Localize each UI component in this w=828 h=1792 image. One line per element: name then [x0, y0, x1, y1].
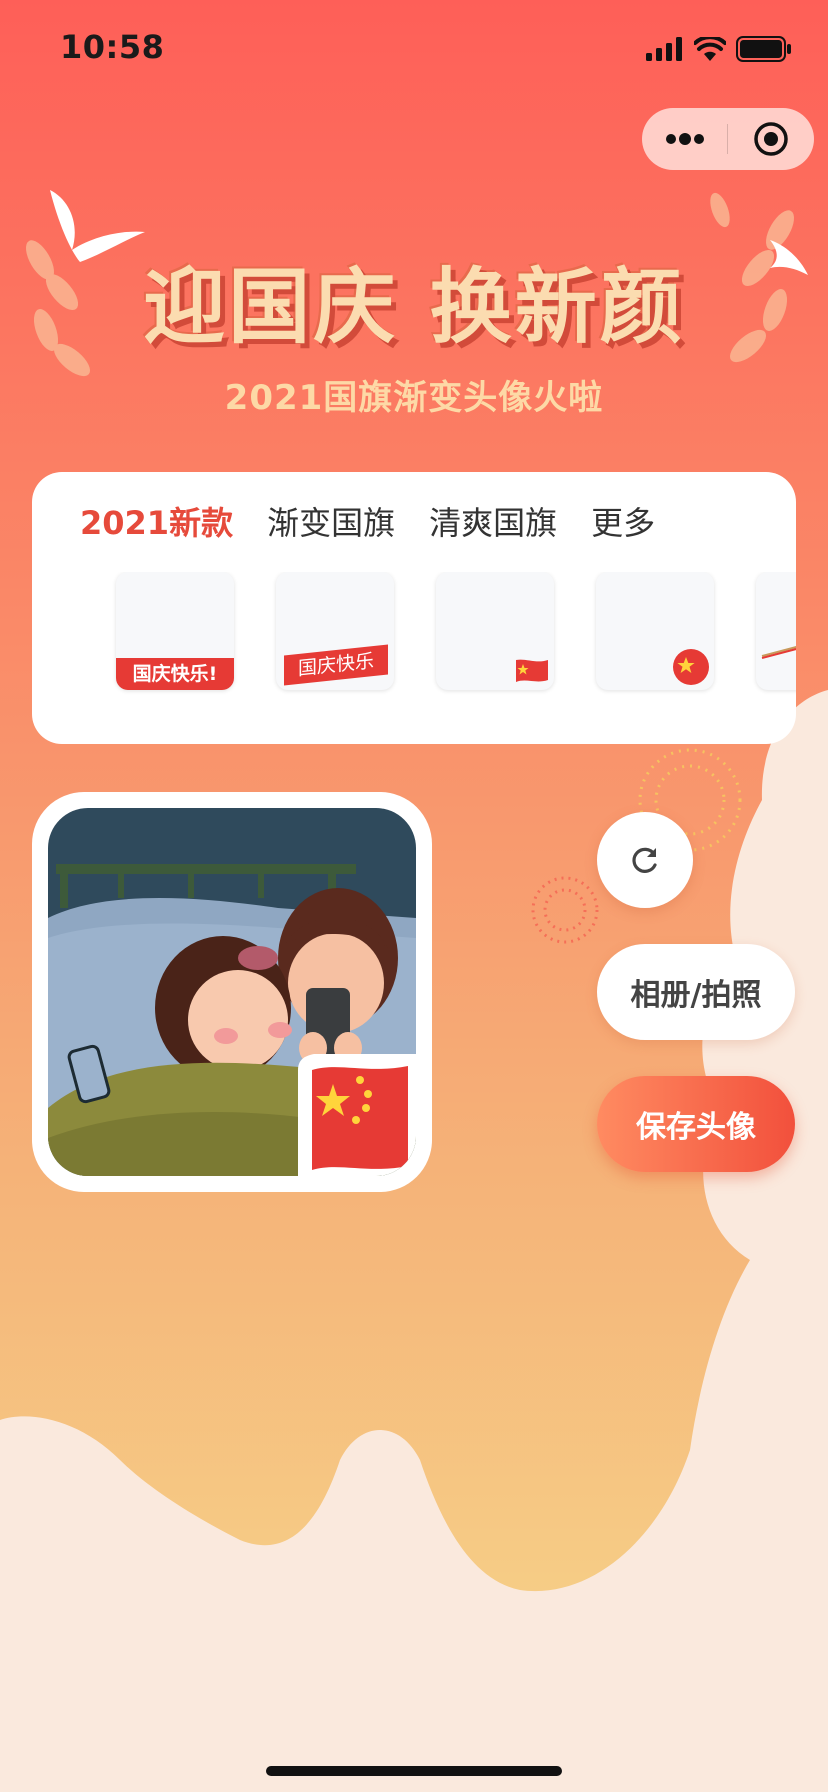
tab-2021-new[interactable]: 2021新款 [80, 498, 233, 544]
flag-icon [516, 659, 548, 682]
more-dots-icon [665, 133, 704, 145]
album-camera-button[interactable]: 相册/拍照 [597, 944, 795, 1040]
frame-thumbnails: 国庆快乐! 国庆快乐 [84, 572, 796, 702]
headline: 迎国庆 换新颜 [143, 260, 685, 355]
subtitle: 2021国旗渐变头像火啦 [224, 378, 604, 418]
battery-icon [736, 36, 791, 62]
frame-thumb-4[interactable] [596, 572, 714, 690]
frame-thumb-label: 国庆快乐 [284, 644, 388, 686]
frame-thumb-5[interactable] [756, 572, 796, 690]
tab-gradient-flag[interactable]: 渐变国旗 [267, 498, 395, 544]
tab-fresh-flag[interactable]: 清爽国旗 [429, 498, 557, 544]
frame-thumb-3[interactable] [436, 572, 554, 690]
status-icons [646, 34, 792, 64]
mini-program-capsule [642, 108, 814, 170]
status-time: 10:58 [60, 28, 165, 66]
save-avatar-button[interactable]: 保存头像 [597, 1076, 795, 1172]
close-button[interactable] [728, 108, 814, 170]
refresh-icon [632, 847, 657, 873]
style-picker-card: 2021新款 渐变国旗 清爽国旗 更多 国庆快乐! 国庆快乐 [32, 472, 796, 744]
style-tabs: 2021新款 渐变国旗 清爽国旗 更多 [80, 496, 655, 546]
flag-badge-icon [673, 649, 709, 685]
target-close-icon [754, 122, 788, 156]
frame-thumb-1[interactable]: 国庆快乐! [116, 572, 234, 690]
tab-more[interactable]: 更多 [591, 498, 655, 544]
frame-thumb-2[interactable]: 国庆快乐 [276, 572, 394, 690]
signal-icon [646, 37, 682, 61]
home-indicator [266, 1766, 562, 1776]
refresh-button[interactable] [597, 812, 693, 908]
ribbon-icon [761, 646, 796, 659]
frame-thumb-label: 国庆快乐! [116, 658, 234, 690]
wifi-icon [694, 37, 726, 61]
more-button[interactable] [642, 108, 727, 170]
avatar-illustration [48, 808, 416, 1176]
avatar-preview[interactable] [32, 792, 432, 1192]
